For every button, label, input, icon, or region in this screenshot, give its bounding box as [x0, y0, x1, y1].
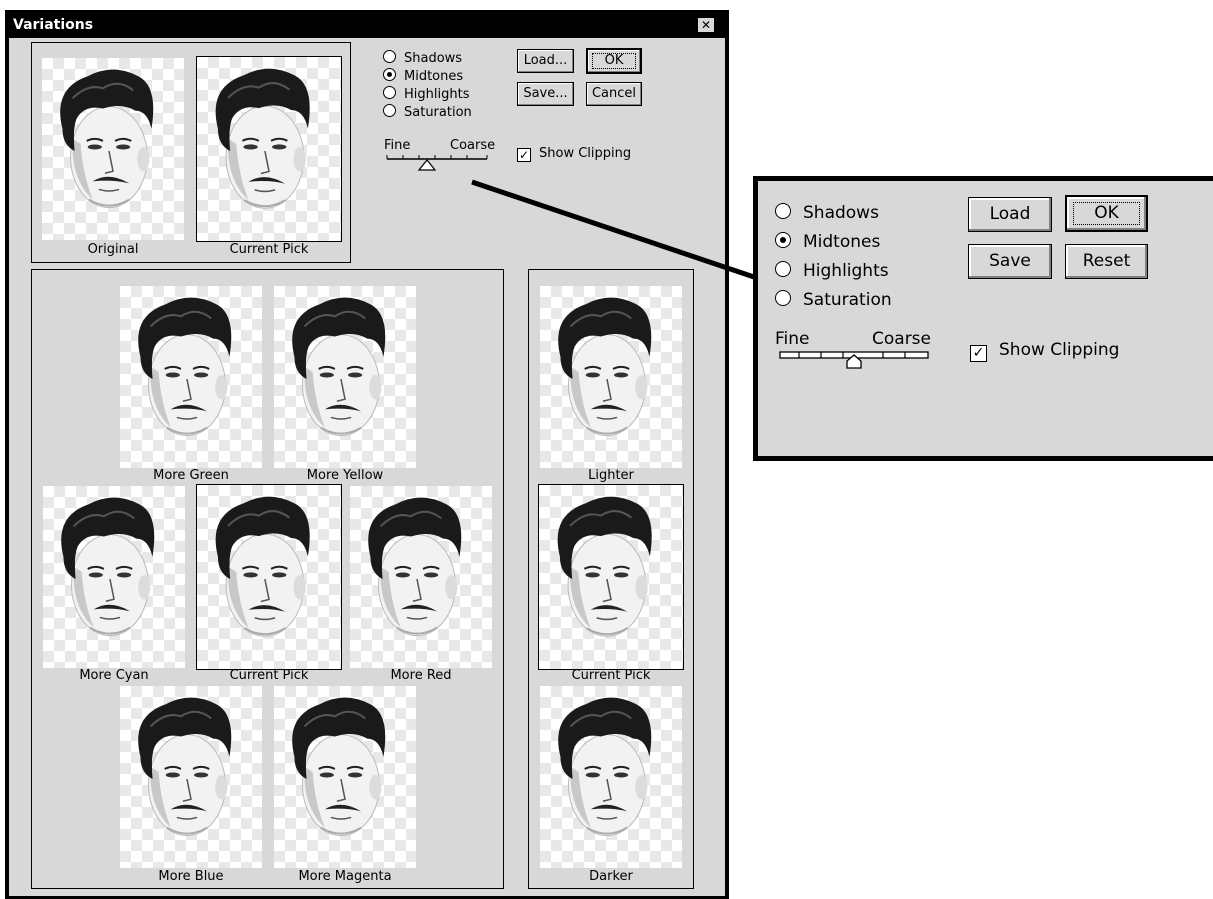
focus-ring [1073, 202, 1140, 225]
radio-label: Midtones [803, 232, 881, 252]
callout-reset-button[interactable]: Reset [1065, 244, 1148, 279]
show-clipping-label: Show Clipping [999, 340, 1120, 360]
callout-radio-group: Shadows Midtones Highlights Saturation [775, 199, 892, 315]
callout-radio-midtones[interactable]: Midtones [775, 228, 892, 257]
callout-radio-shadows[interactable]: Shadows [775, 199, 892, 228]
callout-fine-label: Fine [775, 329, 810, 349]
radio-label: Saturation [803, 290, 892, 310]
radio-label: Shadows [803, 203, 879, 223]
callout-radio-saturation[interactable]: Saturation [775, 286, 892, 315]
radio-button-icon [775, 203, 791, 219]
callout-load-button[interactable]: Load [968, 197, 1052, 232]
radio-button-icon [775, 261, 791, 277]
checkbox-checked-icon: ✓ [970, 345, 987, 362]
callout-coarse-label: Coarse [872, 329, 931, 349]
callout-show-clipping-checkbox[interactable]: ✓ Show Clipping [970, 340, 1119, 362]
callout-ok-button[interactable]: OK [1065, 195, 1148, 232]
callout-radio-highlights[interactable]: Highlights [775, 257, 892, 286]
radio-label: Highlights [803, 261, 889, 281]
radio-selected-icon [775, 232, 791, 248]
radio-button-icon [775, 290, 791, 306]
callout-fine-coarse-slider[interactable] [775, 349, 935, 371]
callout-save-button[interactable]: Save [968, 244, 1052, 279]
